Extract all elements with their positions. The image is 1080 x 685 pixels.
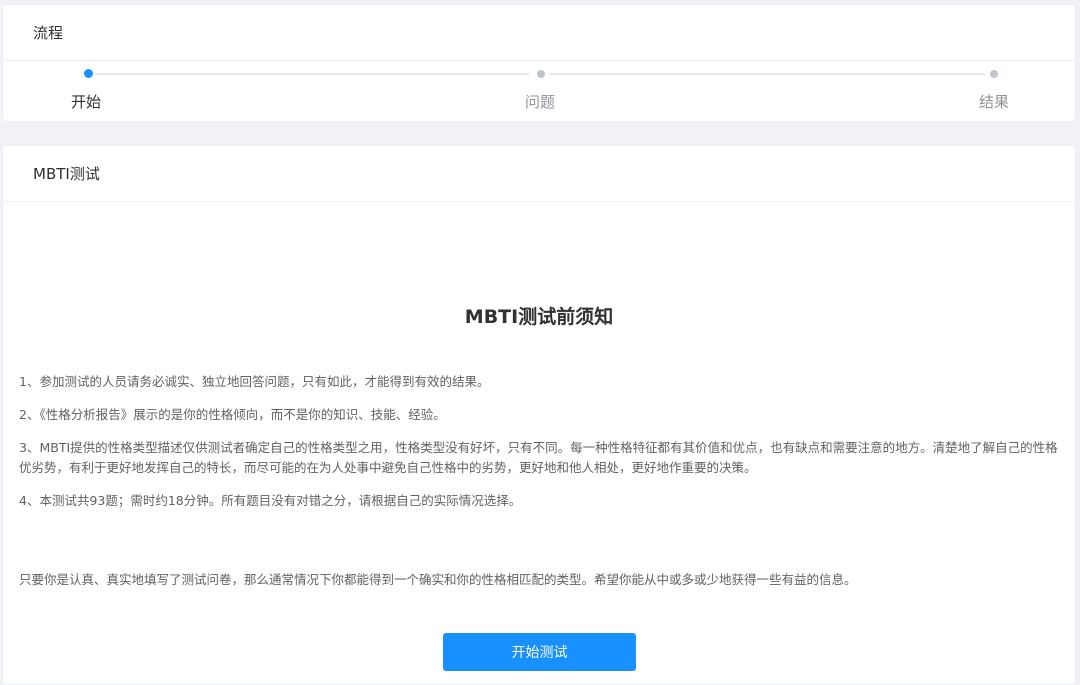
notice-item: 2、《性格分析报告》展示的是你的性格倾向，而不是你的知识、技能、经验。 [19,407,446,422]
process-title: 流程 [33,24,64,42]
mbti-card-header: MBTI测试 [3,146,1075,202]
notice-item: 3、MBTI提供的性格类型描述仅供测试者确定自己的性格类型之用，性格类型没有好坏… [19,440,1058,475]
step-dot-questions [537,70,545,78]
mbti-card: MBTI测试 MBTI测试前须知 1、参加测试的人员请务必诚实、独立地回答问题，… [2,145,1076,685]
step-label-result: 结果 [978,93,1010,111]
step-dot-result [990,70,998,78]
process-card-header: 流程 [3,5,1075,61]
step-connector-2 [549,73,985,75]
start-test-button[interactable]: 开始测试 [443,633,636,671]
notice-title: MBTI测试前须知 [464,306,614,328]
notice-item: 1、参加测试的人员请务必诚实、独立地回答问题，只有如此，才能得到有效的结果。 [19,374,490,389]
step-dot-start [84,69,93,78]
step-label-questions: 问题 [524,93,556,111]
mbti-card-title: MBTI测试 [33,165,100,183]
notice-list: 1、参加测试的人员请务必诚实、独立地回答问题，只有如此，才能得到有效的结果。 2… [19,372,1063,524]
step-label-start: 开始 [70,93,102,111]
process-card: 流程 开始 问题 结果 [2,4,1076,122]
step-connector-1 [95,73,529,75]
notice-item: 4、本测试共93题；需时约18分钟。所有题目没有对错之分，请根据自己的实际情况选… [19,493,522,508]
notice-summary: 只要你是认真、真实地填写了测试问卷，那么通常情况下你都能得到一个确实和你的性格相… [19,572,857,587]
process-steps: 开始 问题 结果 [3,61,1075,121]
